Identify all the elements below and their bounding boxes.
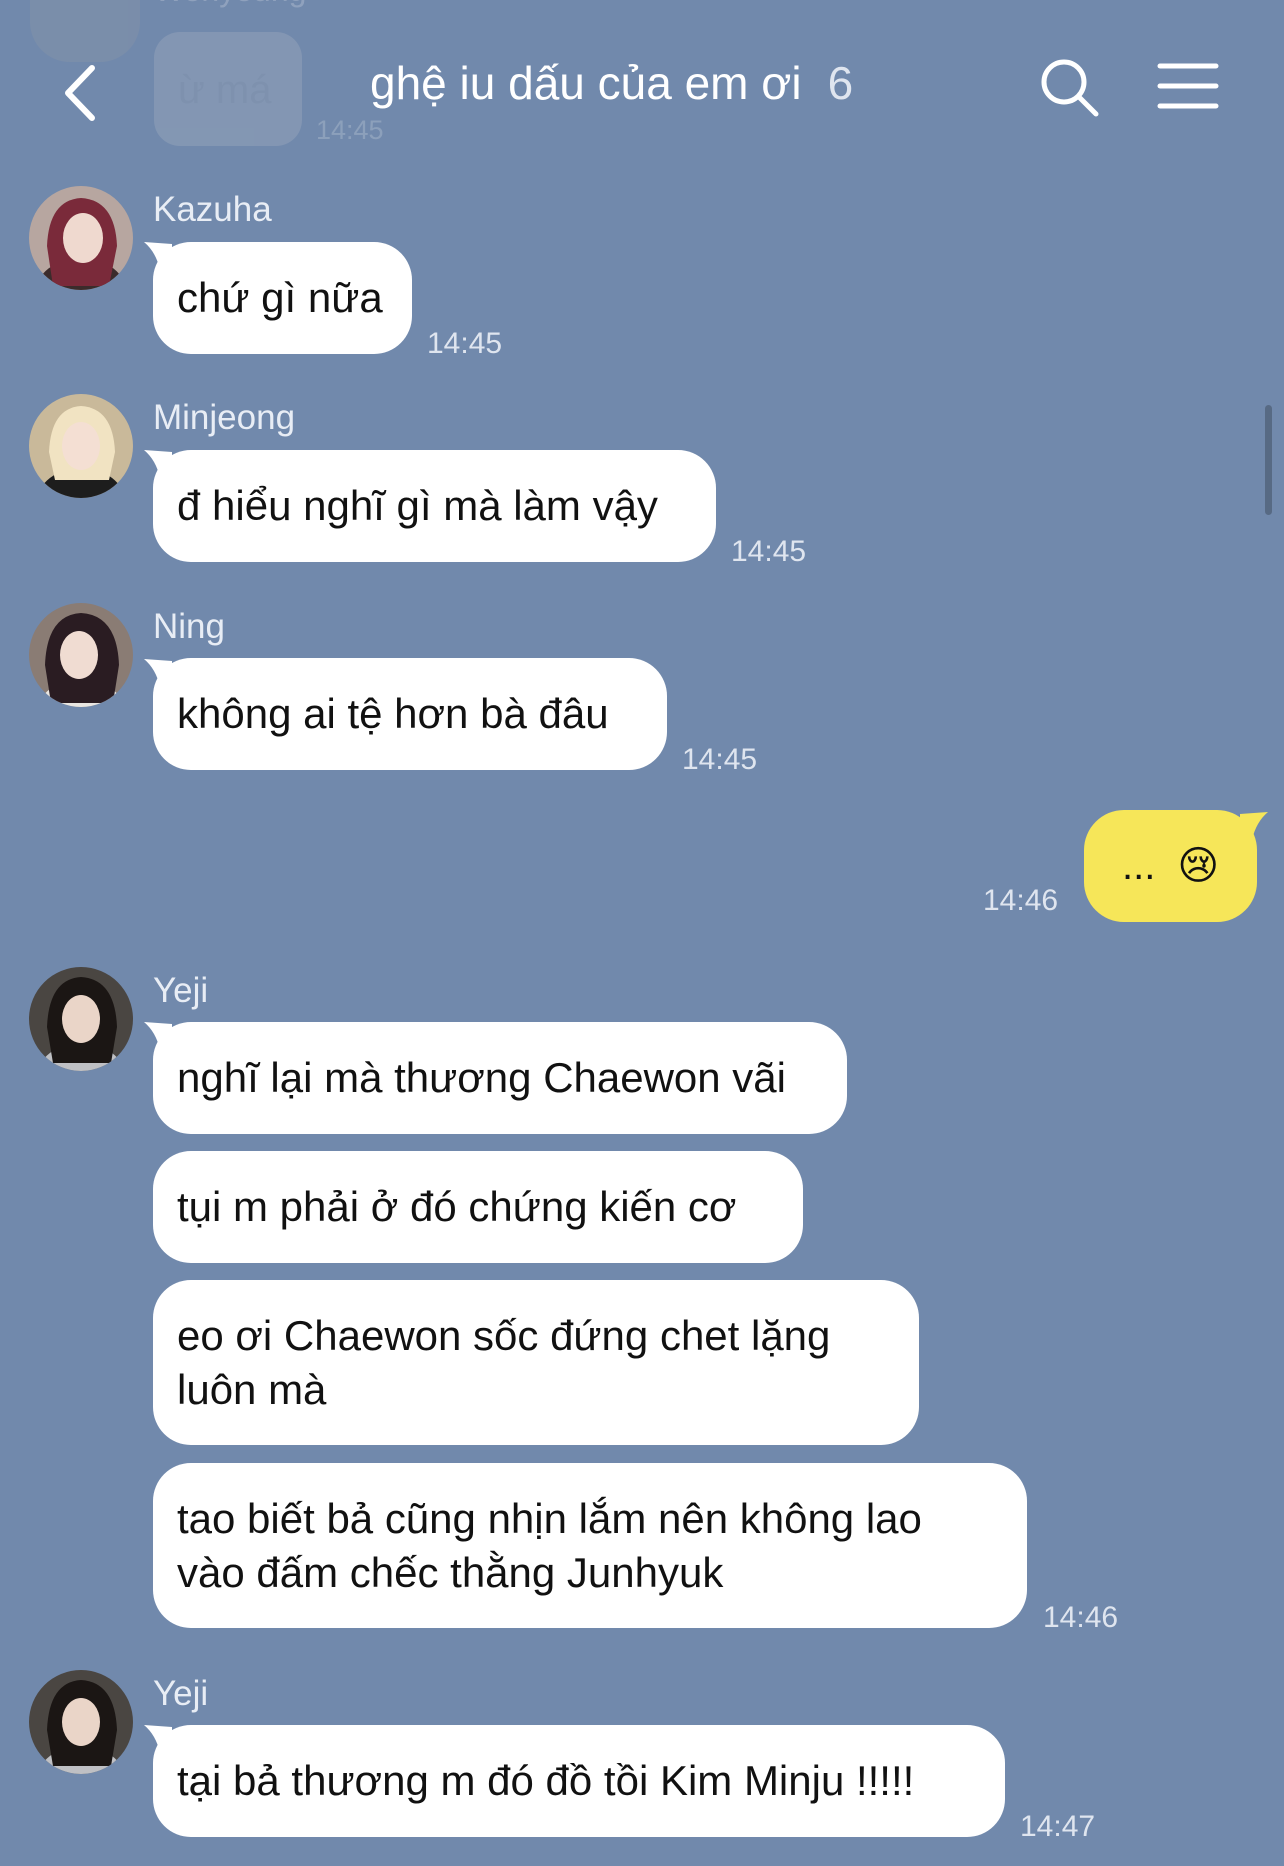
message-text: ... bbox=[1121, 844, 1156, 888]
message-bubble[interactable]: eo ơi Chaewon sốc đứng chet lặng luôn mà bbox=[153, 1280, 919, 1445]
message-text: tao biết bả cũng nhịn lắm nên không lao … bbox=[177, 1494, 922, 1596]
message-time: 14:46 bbox=[983, 884, 1059, 917]
group-name: ghệ iu dấu của em ơi bbox=[370, 57, 802, 109]
bubble-tail bbox=[1240, 812, 1268, 840]
sender-name: Yeji bbox=[153, 1674, 209, 1713]
avatar-yeji[interactable] bbox=[29, 967, 133, 1071]
message-bubble[interactable]: đ hiểu nghĩ gì mà làm vậy bbox=[153, 450, 716, 562]
sender-name: Kazuha bbox=[153, 190, 272, 229]
message-time: 14:45 bbox=[731, 535, 807, 568]
chat-header: ghệ iu dấu của em ơi 6 bbox=[0, 0, 1284, 180]
back-button[interactable] bbox=[52, 58, 122, 128]
message-time: 14:46 bbox=[1043, 1601, 1119, 1634]
member-count: 6 bbox=[827, 57, 854, 109]
message-bubble[interactable]: tại bả thương m đó đồ tồi Kim Minju !!!!… bbox=[153, 1725, 1005, 1837]
sender-name: Minjeong bbox=[153, 398, 296, 437]
my-message-bubble[interactable]: ... 😢 bbox=[1084, 810, 1257, 922]
message-bubble[interactable]: tụi m phải ở đó chứng kiến cơ bbox=[153, 1151, 803, 1263]
message-time: 14:45 bbox=[682, 743, 758, 776]
message-text: chứ gì nữa bbox=[177, 274, 383, 321]
message-bubble[interactable]: chứ gì nữa bbox=[153, 242, 412, 354]
chevron-left-icon bbox=[65, 65, 95, 121]
avatar-yeji[interactable] bbox=[29, 1670, 133, 1774]
message-bubble[interactable]: không ai tệ hơn bà đâu bbox=[153, 658, 667, 770]
avatar-ning[interactable] bbox=[29, 603, 133, 707]
crying-face-emoji: 😢 bbox=[1177, 844, 1220, 888]
avatar-kazuha[interactable] bbox=[29, 186, 133, 290]
message-text: đ hiểu nghĩ gì mà làm vậy bbox=[177, 482, 658, 529]
sender-name: Ning bbox=[153, 607, 225, 646]
scrollbar[interactable] bbox=[1265, 405, 1272, 515]
chat-title[interactable]: ghệ iu dấu của em ơi 6 bbox=[370, 56, 853, 110]
hamburger-menu-icon bbox=[1157, 63, 1219, 109]
message-text: tại bả thương m đó đồ tồi Kim Minju !!!!… bbox=[177, 1757, 915, 1804]
message-text: không ai tệ hơn bà đâu bbox=[177, 690, 609, 737]
search-button[interactable] bbox=[1038, 56, 1102, 120]
sender-name: Yeji bbox=[153, 971, 209, 1010]
menu-button[interactable] bbox=[1156, 58, 1220, 114]
message-time: 14:47 bbox=[1020, 1810, 1096, 1843]
message-bubble[interactable]: tao biết bả cũng nhịn lắm nên không lao … bbox=[153, 1463, 1027, 1628]
search-icon bbox=[1041, 59, 1099, 117]
message-text: nghĩ lại mà thương Chaewon vãi bbox=[177, 1054, 786, 1101]
message-text: tụi m phải ở đó chứng kiến cơ bbox=[177, 1183, 737, 1230]
message-text: eo ơi Chaewon sốc đứng chet lặng luôn mà bbox=[177, 1311, 831, 1413]
message-time: 14:45 bbox=[427, 327, 503, 360]
avatar-minjeong[interactable] bbox=[29, 394, 133, 498]
message-bubble[interactable]: nghĩ lại mà thương Chaewon vãi bbox=[153, 1022, 847, 1134]
